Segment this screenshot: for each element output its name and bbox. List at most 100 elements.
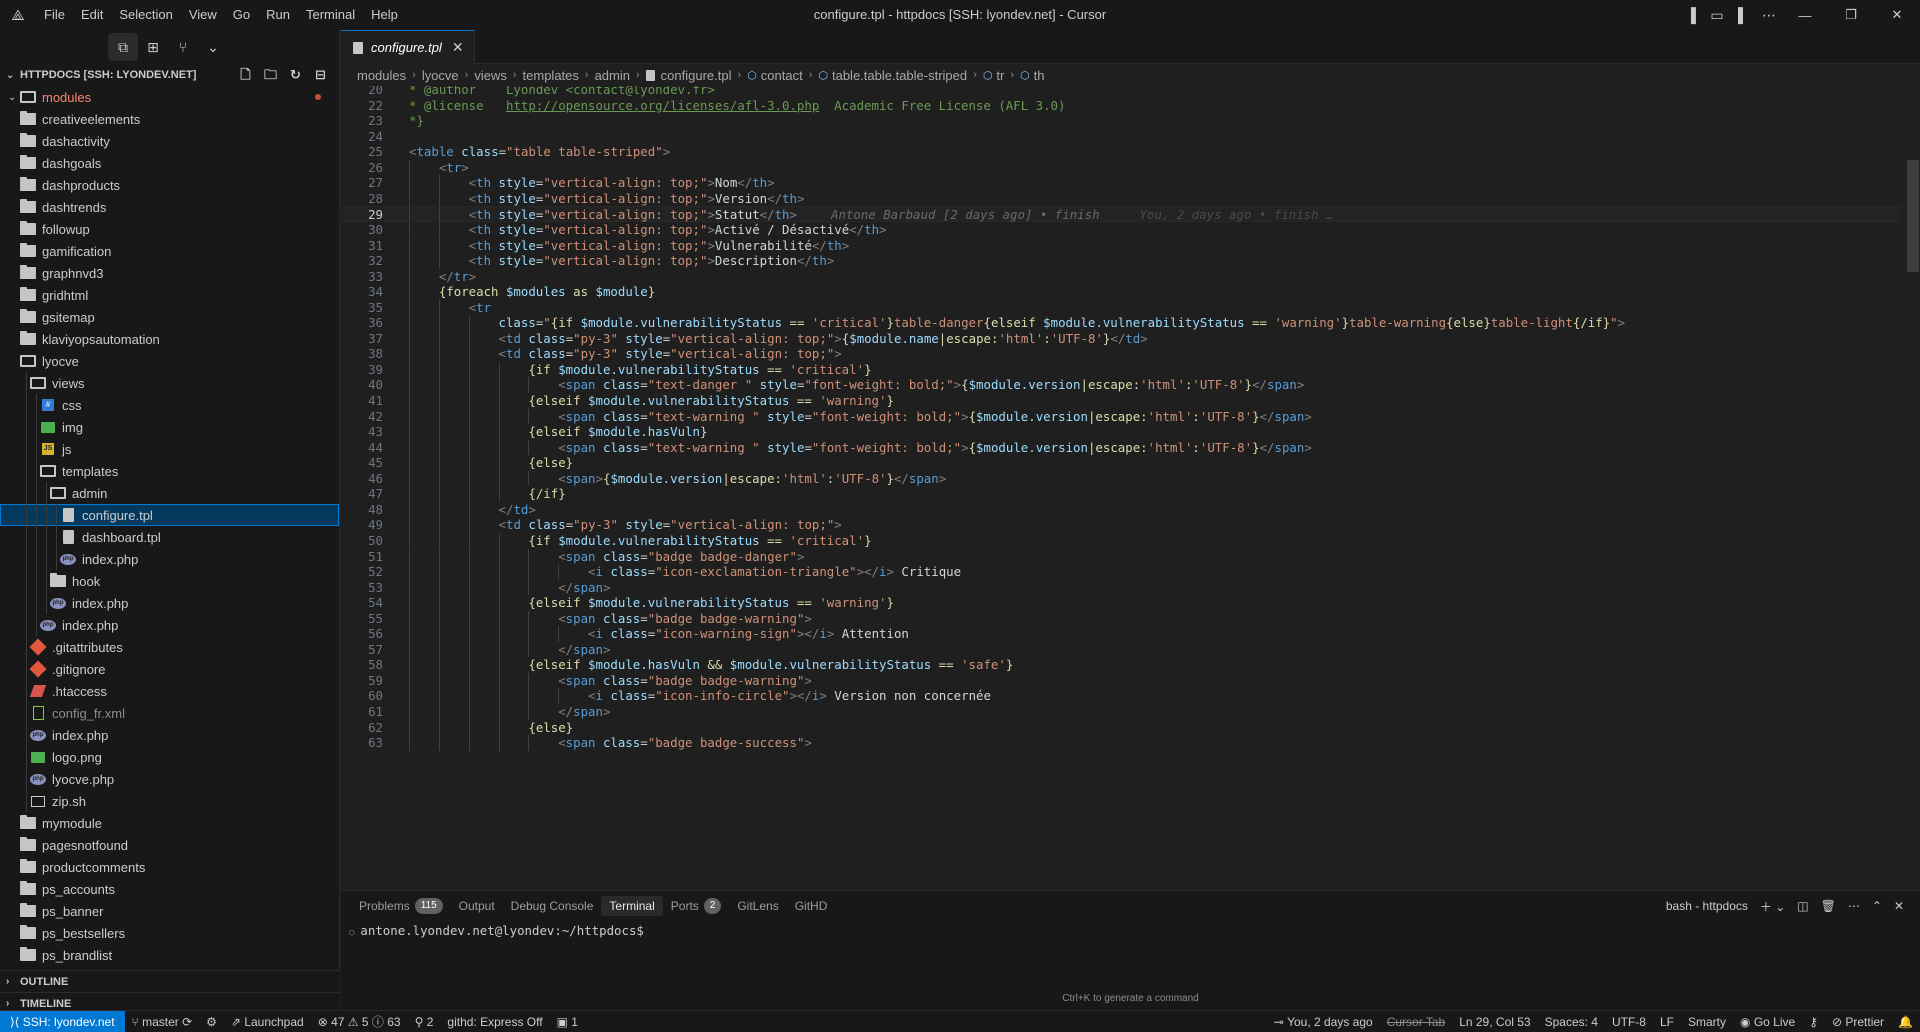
eol-status[interactable]: LF [1653, 1015, 1681, 1029]
indentation-status[interactable]: Spaces: 4 [1538, 1015, 1605, 1029]
tree-item[interactable]: ps_bestsellers [0, 922, 339, 944]
tree-item[interactable]: logo.png [0, 746, 339, 768]
breadcrumb-item[interactable]: ⬡ contact [747, 68, 803, 83]
split-terminal-icon[interactable]: ◫ [1791, 899, 1814, 913]
menu-file[interactable]: File [36, 0, 73, 30]
editor-scrollbar-thumb[interactable] [1907, 160, 1919, 272]
tree-item[interactable]: dashboard.tpl [0, 526, 339, 548]
minimize-icon[interactable]: — [1782, 0, 1828, 30]
bell-icon[interactable]: 🔔 [1891, 1015, 1920, 1029]
breadcrumb-item[interactable]: ⬡ tr [983, 68, 1005, 83]
cursor-position[interactable]: Ln 29, Col 53 [1452, 1015, 1537, 1029]
tree-item[interactable]: dashgoals [0, 152, 339, 174]
tree-item[interactable]: # css [0, 394, 339, 416]
ports-status[interactable]: ⚲ 2 [408, 1015, 441, 1029]
outline-section[interactable]: › OUTLINE [0, 970, 340, 992]
tree-item[interactable]: ps_accounts [0, 878, 339, 900]
encoding-status[interactable]: UTF-8 [1605, 1015, 1653, 1029]
menu-run[interactable]: Run [258, 0, 298, 30]
kill-terminal-icon[interactable]: 🗑 [1815, 899, 1842, 913]
explorer-files-icon[interactable]: ⧉ [108, 33, 138, 61]
close-panel-icon[interactable]: ✕ [1888, 899, 1910, 913]
toggle-primary-sidebar-icon[interactable]: ▐ [1678, 0, 1704, 30]
accounts-icon[interactable]: ⚷ [1802, 1015, 1825, 1029]
breadcrumb-item[interactable]: ⬡ table.table.table-striped [818, 68, 967, 83]
code-editor[interactable]: 63 <span class="badge badge-success"> 62 {e… [341, 86, 1920, 890]
breadcrumb-item[interactable]: modules [357, 68, 406, 83]
tree-item[interactable]: admin [0, 482, 339, 504]
panel-tab-ports[interactable]: Ports 2 [663, 891, 730, 921]
panel-tab-gitlens[interactable]: GitLens [729, 891, 786, 921]
tree-item[interactable]: php index.php [0, 592, 339, 614]
git-graph-icon[interactable]: ⚙ [199, 1015, 224, 1029]
tree-item[interactable]: dashactivity [0, 130, 339, 152]
tree-item[interactable]: followup [0, 218, 339, 240]
tree-item[interactable]: mymodule [0, 812, 339, 834]
launchpad-status[interactable]: ⇗ Launchpad [224, 1015, 311, 1029]
tree-item[interactable]: gsitemap [0, 306, 339, 328]
tree-item[interactable]: .gitattributes [0, 636, 339, 658]
tree-item[interactable]: configure.tpl [0, 504, 339, 526]
breadcrumb-item[interactable]: templates [523, 68, 579, 83]
editor-tab-configure-tpl[interactable]: configure.tpl ✕ [341, 30, 475, 64]
tree-item[interactable]: img [0, 416, 339, 438]
tree-item[interactable]: ⌄ modules [0, 86, 339, 108]
maximize-panel-icon[interactable]: ⌃ [1866, 899, 1888, 913]
tree-item[interactable]: php index.php [0, 724, 339, 746]
tree-item[interactable]: pagesnotfound [0, 834, 339, 856]
panel-tab-githd[interactable]: GitHD [787, 891, 836, 921]
go-live-status[interactable]: ◉ Go Live [1733, 1015, 1802, 1029]
editor-scrollbar[interactable] [1906, 86, 1920, 890]
new-folder-icon[interactable]: 🗀 [258, 64, 283, 86]
collapse-all-icon[interactable]: ⊟ [308, 64, 333, 86]
menu-help[interactable]: Help [363, 0, 406, 30]
toggle-secondary-sidebar-icon[interactable]: ▌ [1730, 0, 1756, 30]
panel-tab-output[interactable]: Output [451, 891, 503, 921]
remote-indicator[interactable]: ⟩⟨ SSH: lyondev.net [0, 1010, 125, 1032]
prettier-status[interactable]: ⊘ Prettier [1825, 1015, 1891, 1029]
tree-item[interactable]: dashproducts [0, 174, 339, 196]
cursor-logo-icon[interactable]: ⟁ [0, 0, 36, 30]
panel-tab-terminal[interactable]: Terminal [601, 896, 663, 916]
tree-item[interactable]: creativeelements [0, 108, 339, 130]
breadcrumb-item[interactable]: ⬡ th [1020, 68, 1044, 83]
breadcrumb-item[interactable]: admin [595, 68, 630, 83]
tree-item[interactable]: php lyocve.php [0, 768, 339, 790]
tree-item[interactable]: php index.php [0, 548, 339, 570]
terminal-name[interactable]: bash - httpdocs [1660, 899, 1754, 913]
explorer-header[interactable]: ⌄ HTTPDOCS [SSH: LYONDEV.NET] 🗋 🗀 ↻ ⊟ [0, 64, 339, 86]
menu-view[interactable]: View [181, 0, 225, 30]
chevron-down-icon[interactable]: ⌄ [198, 33, 228, 61]
tree-item[interactable]: hook [0, 570, 339, 592]
breadcrumb-item[interactable]: lyocve [422, 68, 459, 83]
tree-item[interactable]: templates [0, 460, 339, 482]
more-actions-icon[interactable]: ⋯ [1756, 0, 1782, 30]
tree-item[interactable]: lyocve [0, 350, 339, 372]
breadcrumb-item[interactable]: views [474, 68, 507, 83]
close-window-icon[interactable]: ✕ [1874, 0, 1920, 30]
tree-item[interactable]: graphnvd3 [0, 262, 339, 284]
blame-status[interactable]: ⊸ You, 2 days ago [1267, 1015, 1380, 1029]
tree-item[interactable]: .gitignore [0, 658, 339, 680]
panel-tab-debug-console[interactable]: Debug Console [503, 891, 602, 921]
toggle-panel-icon[interactable]: ▭ [1704, 0, 1730, 30]
tree-item[interactable]: ps_brandlist [0, 944, 339, 966]
tree-item[interactable]: .htaccess [0, 680, 339, 702]
new-file-icon[interactable]: 🗋 [233, 64, 258, 86]
cursor-tab-status[interactable]: Cursor Tab [1380, 1015, 1452, 1029]
menu-edit[interactable]: Edit [73, 0, 111, 30]
problems-status[interactable]: ⊗ 47 ⚠ 5 ⓘ 63 [311, 1013, 408, 1030]
tree-item[interactable]: php index.php [0, 614, 339, 636]
refresh-icon[interactable]: ↻ [283, 64, 308, 86]
panel-tab-problems[interactable]: Problems 115 [351, 891, 451, 921]
breadcrumb-item[interactable]: configure.tpl [645, 68, 732, 83]
sync-icon[interactable]: ⟳ [179, 1015, 192, 1029]
source-control-icon[interactable]: ⑂ [168, 33, 198, 61]
notification-count-status[interactable]: ▣ 1 [550, 1015, 585, 1029]
tree-item[interactable]: config_fr.xml [0, 702, 339, 724]
githd-status[interactable]: githd: Express Off [440, 1015, 549, 1029]
tree-item[interactable]: zip.sh [0, 790, 339, 812]
tree-item[interactable]: views [0, 372, 339, 394]
restore-icon[interactable]: ❐ [1828, 0, 1874, 30]
extensions-icon[interactable]: ⊞ [138, 33, 168, 61]
